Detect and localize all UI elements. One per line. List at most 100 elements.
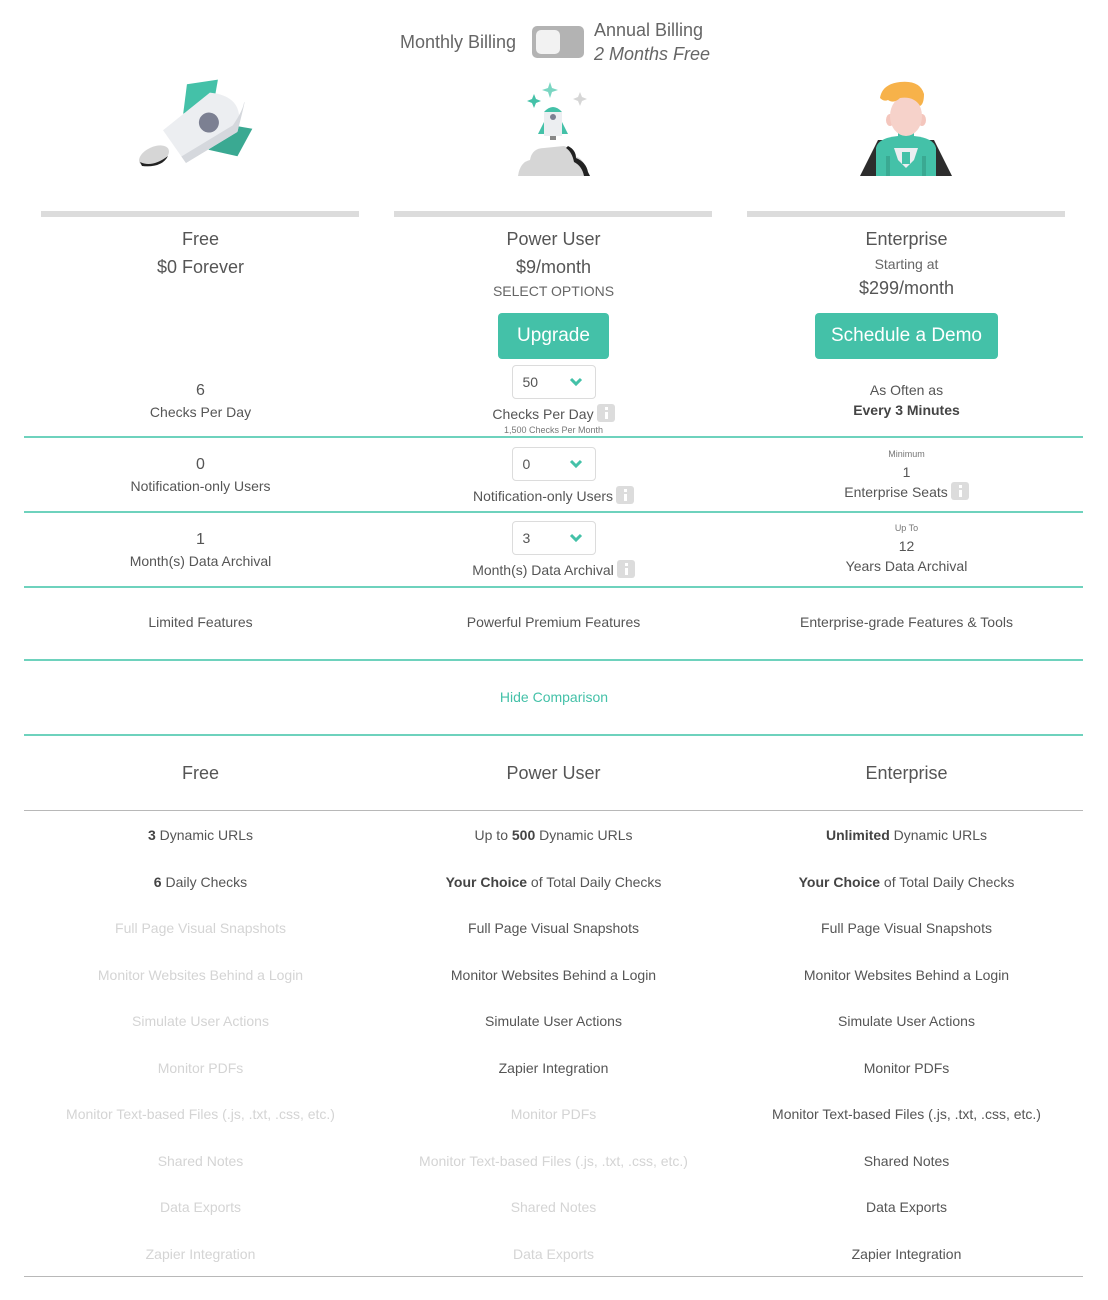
annual-billing-label[interactable]: Annual Billing 2 Months Free [594,18,710,66]
power-archival-label-wrap: Month(s) Data Archival [377,560,730,580]
plan-name-power: Power User [506,229,601,249]
feature-text: Monitor Text-based Files (.js, .txt, .cs… [772,1106,1041,1122]
enterprise-checks: As Often as Every 3 Minutes [730,380,1083,420]
upgrade-button[interactable]: Upgrade [498,313,609,359]
feature-highlight: 500 [511,827,536,843]
enterprise-features-summary: Enterprise-grade Features & Tools [800,614,1013,630]
feature-item-free: Simulate User Actions [24,1011,377,1031]
feature-item-power: Up to 500 Dynamic URLs [377,825,730,845]
feature-item-power: Simulate User Actions [377,1011,730,1031]
feature-item-enterprise: Full Page Visual Snapshots [730,918,1083,938]
comparison-header-enterprise: Enterprise [865,763,948,783]
feature-text: Zapier Integration [851,1245,962,1262]
free-features-summary: Limited Features [148,614,253,630]
info-icon[interactable] [596,404,615,422]
free-archival-label: Month(s) Data Archival [129,553,272,569]
power-archival-label: Month(s) Data Archival [472,562,614,578]
enterprise-archival-label: Years Data Archival [845,558,968,574]
checks-per-month-note: 1,500 Checks Per Month [503,425,604,435]
feature-highlight: Your Choice [445,873,528,890]
feature-item-free: Monitor Websites Behind a Login [24,965,377,985]
feature-text: Simulate User Actions [132,1013,269,1029]
comparison-header-free: Free [181,763,219,783]
free-checks-label: Checks Per Day [149,404,252,420]
info-icon[interactable] [616,486,635,504]
feature-item-enterprise: Data Exports [730,1197,1083,1217]
hide-comparison-link[interactable]: Hide Comparison [0,689,1108,705]
feature-text: Data Exports [160,1199,241,1215]
feature-item-free: Shared Notes [24,1151,377,1171]
data-archival-select[interactable]: 3 [511,521,596,555]
feature-text: Monitor PDFs [157,1059,244,1076]
feature-text: Monitor Text-based Files (.js, .txt, .cs… [419,1152,688,1169]
power-archival: 3 Month(s) Data Archival [377,521,730,580]
feature-item-free: Full Page Visual Snapshots [24,918,377,938]
feature-highlight: 3 [147,827,156,843]
feature-item-power: Zapier Integration [377,1058,730,1078]
comparison-bottom-divider [24,1276,1083,1277]
enterprise-seats: Minimum 1 Enterprise Seats [730,448,1083,502]
free-users-label: Notification-only Users [130,478,271,494]
free-archival-value: 1 [196,531,205,548]
free-checks-value: 6 [196,382,205,399]
annual-billing-text: Annual Billing [594,20,704,40]
monthly-billing-label[interactable]: Monthly Billing [400,32,516,53]
chevron-down-icon [569,533,582,543]
enterprise-seats-label-wrap: Enterprise Seats [730,482,1083,502]
feature-text: Full Page Visual Snapshots [821,920,992,936]
power-users-label-wrap: Notification-only Users [377,486,730,506]
feature-item-power: Full Page Visual Snapshots [377,918,730,938]
enterprise-checks-prefix: As Often as [869,382,944,398]
feature-text: Monitor PDFs [510,1106,597,1122]
enterprise-checks-value: Every 3 Minutes [853,402,960,418]
row-divider [24,511,1083,513]
comparison-header-power: Power User [506,763,601,783]
feature-text: Full Page Visual Snapshots [468,920,639,936]
plan-price-enterprise: $299/month [858,278,955,298]
feature-text: Shared Notes [510,1199,597,1215]
info-icon[interactable] [950,482,969,500]
feature-item-enterprise: Monitor Text-based Files (.js, .txt, .cs… [730,1104,1083,1124]
checks-per-day-select[interactable]: 50 [511,365,596,399]
free-checks: 6 Checks Per Day [24,380,377,422]
free-users-value: 0 [196,456,205,473]
billing-toggle-switch[interactable] [532,26,584,58]
enterprise-archival-value: 12 [898,538,915,554]
feature-text: Data Exports [513,1245,594,1262]
feature-item-power: Your Choice of Total Daily Checks [377,872,730,892]
feature-item-enterprise: Monitor PDFs [730,1058,1083,1078]
free-users: 0 Notification-only Users [24,454,377,496]
feature-item-free: Monitor PDFs [24,1058,377,1078]
free-archival: 1 Month(s) Data Archival [24,529,377,571]
row-divider [24,734,1083,736]
rocket-icon [134,76,268,180]
feature-text: Dynamic URLs [155,827,254,843]
feature-text: Simulate User Actions [838,1013,975,1029]
feature-text: Data Exports [866,1199,947,1215]
feature-item-power: Monitor PDFs [377,1104,730,1124]
feature-text: Shared Notes [863,1152,950,1169]
feature-highlight: 6 [153,873,162,890]
schedule-demo-button[interactable]: Schedule a Demo [815,313,998,359]
power-checks-label-wrap: Checks Per Day [377,404,730,424]
plan-price-free: $0 Forever [156,257,245,277]
plan-name-free: Free [181,229,219,249]
feature-item-free: Zapier Integration [24,1244,377,1264]
row-divider [24,659,1083,661]
feature-item-power: Monitor Text-based Files (.js, .txt, .cs… [377,1151,730,1171]
rocket-launch-icon [514,76,594,180]
info-icon[interactable] [616,560,635,578]
enterprise-seats-value: 1 [902,464,911,480]
feature-text: Dynamic URLs [889,827,988,843]
notification-users-select[interactable]: 0 [511,447,596,481]
row-divider [24,436,1083,438]
feature-item-power: Shared Notes [377,1197,730,1217]
feature-item-free: Monitor Text-based Files (.js, .txt, .cs… [24,1104,377,1124]
feature-highlight: Unlimited [825,827,890,843]
feature-text: Zapier Integration [498,1059,609,1076]
feature-item-power: Monitor Websites Behind a Login [377,965,730,985]
feature-text: Monitor Websites Behind a Login [450,966,657,983]
feature-text: Dynamic URLs [535,827,633,843]
feature-prefix: Up to [474,827,512,843]
data-archival-value: 3 [522,530,531,546]
